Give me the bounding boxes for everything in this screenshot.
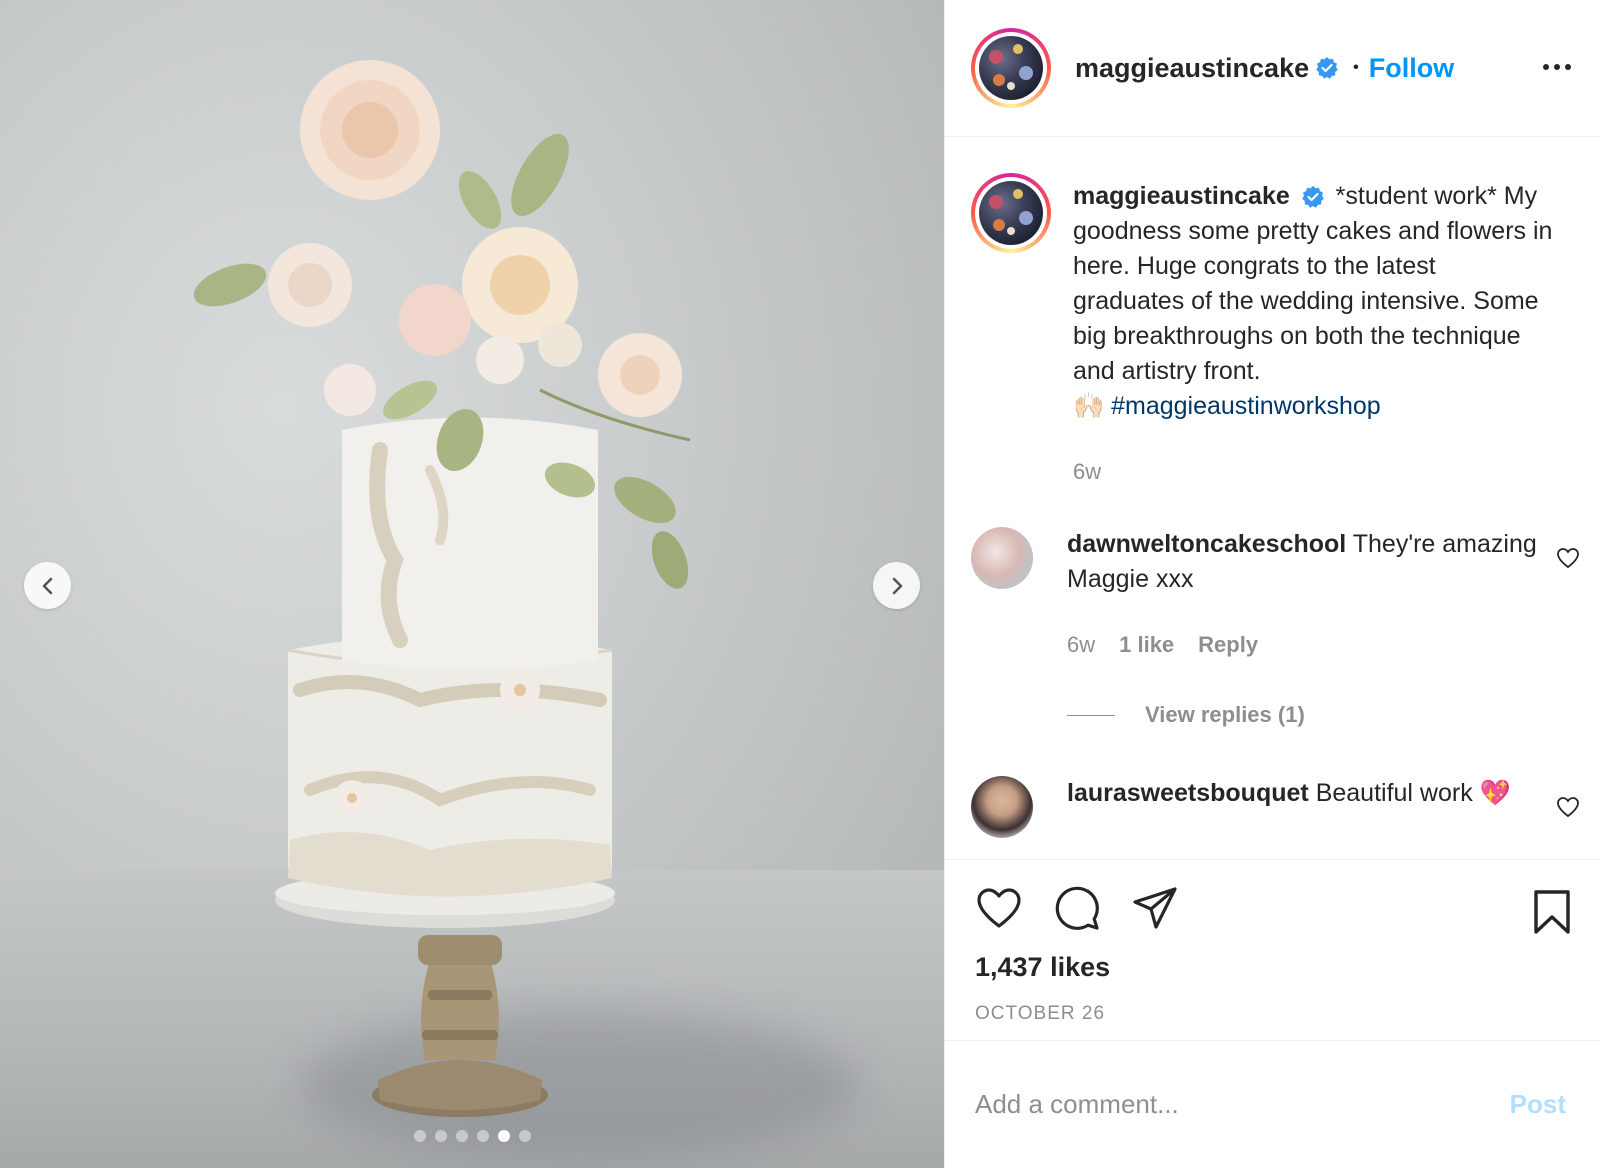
- view-replies-line: [1067, 714, 1115, 716]
- comment-item: laurasweetsbouquet Beautiful work 💖: [971, 776, 1600, 838]
- comment-icon: [1055, 886, 1099, 930]
- view-replies-button[interactable]: View replies (1): [1067, 702, 1600, 728]
- caption-story-ring[interactable]: [971, 173, 1051, 253]
- share-button[interactable]: [1131, 885, 1179, 931]
- post-actions: 1,437 likes OCTOBER 26: [945, 859, 1600, 1040]
- send-icon: [1133, 887, 1177, 929]
- caption-text: *student work* My goodness some pretty c…: [1073, 182, 1553, 385]
- carousel-dot: [477, 1130, 489, 1142]
- avatar: [979, 36, 1043, 100]
- instagram-post: maggieaustincake • Follow maggieaustinca…: [0, 0, 1600, 1168]
- bookmark-icon[interactable]: [1532, 888, 1572, 936]
- comment-username[interactable]: laurasweetsbouquet: [1067, 779, 1309, 807]
- post-header: maggieaustincake • Follow: [945, 0, 1600, 137]
- carousel-dot: [456, 1130, 468, 1142]
- post-media[interactable]: [0, 0, 944, 1168]
- heart-icon: [977, 888, 1021, 928]
- carousel-dot: [519, 1130, 531, 1142]
- header-separator: •: [1353, 59, 1359, 76]
- raising-hands-emoji: 🙌🏻: [1073, 392, 1105, 420]
- comment-item: dawnweltoncakeschool They're amazing Mag…: [971, 527, 1600, 662]
- chevron-left-icon: [42, 577, 52, 594]
- comment-timestamp[interactable]: 6w: [1067, 627, 1095, 662]
- comment-like-heart-icon[interactable]: [1556, 547, 1580, 569]
- header-username[interactable]: maggieaustincake: [1075, 53, 1309, 84]
- post-date[interactable]: OCTOBER 26: [975, 1003, 1600, 1025]
- comment-button[interactable]: [1053, 884, 1101, 932]
- sparkling-heart-emoji: 💖: [1479, 779, 1511, 807]
- caption-username[interactable]: maggieaustincake: [1073, 182, 1290, 210]
- carousel-dot: [414, 1130, 426, 1142]
- post-comment-button[interactable]: Post: [1510, 1089, 1566, 1120]
- like-button[interactable]: [975, 886, 1023, 930]
- comment-meta: 6w 1 like Reply: [1067, 627, 1547, 662]
- post-side-panel: maggieaustincake • Follow maggieaustinca…: [944, 0, 1600, 1168]
- comment-input[interactable]: [975, 1089, 1510, 1120]
- avatar[interactable]: [971, 776, 1033, 838]
- add-comment-bar: Post: [945, 1040, 1600, 1168]
- story-ring[interactable]: [971, 28, 1051, 108]
- caption: maggieaustincake *student work* My goodn…: [971, 173, 1600, 489]
- carousel-dots: [414, 1130, 531, 1142]
- verified-badge-icon: [1301, 186, 1324, 209]
- view-replies-label: View replies (1): [1145, 702, 1305, 727]
- comment-text: Beautiful work: [1315, 779, 1473, 807]
- comments-section: maggieaustincake *student work* My goodn…: [945, 137, 1600, 859]
- cake-photo: [193, 60, 691, 1117]
- comment-likes[interactable]: 1 like: [1119, 627, 1174, 662]
- avatar[interactable]: [971, 527, 1033, 589]
- caption-hashtag[interactable]: #maggieaustinworkshop: [1111, 392, 1381, 420]
- avatar: [979, 181, 1043, 245]
- caption-timestamp[interactable]: 6w: [1073, 454, 1553, 489]
- carousel-dot-active: [498, 1130, 510, 1142]
- verified-badge-icon: [1316, 57, 1338, 79]
- carousel-prev-button[interactable]: [24, 562, 71, 609]
- more-horizontal-icon[interactable]: [1542, 52, 1572, 82]
- follow-button[interactable]: Follow: [1369, 53, 1454, 84]
- carousel-next-button[interactable]: [873, 562, 920, 609]
- reply-button[interactable]: Reply: [1198, 627, 1258, 662]
- comment-like-heart-icon[interactable]: [1556, 796, 1580, 818]
- carousel-dot: [435, 1130, 447, 1142]
- chevron-right-icon: [892, 577, 902, 594]
- comment-username[interactable]: dawnweltoncakeschool: [1067, 530, 1346, 558]
- likes-count[interactable]: 1,437 likes: [975, 952, 1600, 983]
